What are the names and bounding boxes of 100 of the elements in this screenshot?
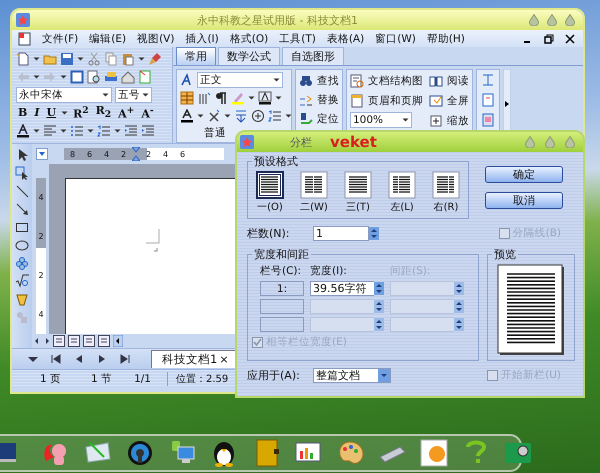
spin-button[interactable] — [374, 282, 384, 295]
toolbar-button[interactable]: 替换 — [299, 91, 339, 108]
format-button[interactable]: R$^{2}$ — [71, 104, 91, 120]
arrow-icon[interactable] — [15, 202, 29, 216]
caret-icon[interactable] — [77, 56, 84, 62]
web-view-icon[interactable] — [98, 335, 110, 347]
text-border-icon[interactable] — [258, 90, 272, 104]
pilcrow-icon[interactable] — [214, 90, 228, 104]
document-tab[interactable]: 科技文档1 × — [151, 350, 236, 368]
table-icon[interactable] — [180, 90, 194, 104]
flower-icon[interactable] — [15, 256, 29, 270]
speaker-icon[interactable] — [126, 439, 154, 467]
brush-icon[interactable] — [148, 52, 162, 66]
close-button[interactable] — [565, 14, 575, 26]
paste-icon[interactable] — [121, 52, 135, 66]
format-button[interactable]: R$_{2}$ — [94, 104, 114, 121]
enclosed-character-icon[interactable] — [251, 108, 265, 122]
minimize-button[interactable] — [529, 14, 539, 26]
dialog-button[interactable]: 取消 — [485, 192, 563, 209]
select-icon[interactable] — [15, 166, 29, 180]
toolbar-button[interactable]: 查找 — [299, 72, 339, 89]
save-icon[interactable] — [60, 52, 74, 66]
menu-item[interactable]: 窗口(W) — [375, 32, 416, 46]
caret-icon[interactable] — [60, 128, 67, 134]
split-icon[interactable] — [481, 73, 495, 87]
bucket-icon[interactable] — [15, 292, 29, 306]
page-view-icon[interactable] — [68, 335, 80, 347]
toolbar-button[interactable]: 缩放 — [429, 112, 469, 129]
normal-view-icon[interactable] — [53, 335, 65, 347]
indent-icon[interactable] — [124, 124, 138, 138]
dialog-button[interactable]: 确定 — [485, 166, 563, 183]
columns-preset-button[interactable] — [388, 171, 416, 199]
caret-icon[interactable] — [285, 112, 292, 118]
toolbar-button[interactable]: 阅读 — [429, 72, 469, 89]
apply-to-select[interactable]: 整篇文档 — [313, 368, 391, 382]
restore-icon[interactable] — [544, 34, 554, 44]
scroll-arrows-icon[interactable] — [34, 335, 50, 347]
columns-preset-button[interactable] — [344, 171, 372, 199]
outline-view-icon[interactable] — [83, 335, 95, 347]
format-button[interactable]: A$^{-}$ — [139, 104, 156, 120]
caret-icon[interactable] — [33, 128, 40, 134]
picture-page-icon[interactable] — [481, 113, 495, 127]
spin-button[interactable] — [369, 226, 379, 240]
caret-icon[interactable] — [33, 74, 40, 80]
first-page-icon[interactable] — [49, 352, 63, 366]
columns-preset-button[interactable] — [256, 171, 284, 199]
numbered-list-icon[interactable] — [97, 124, 111, 138]
column-count-field[interactable]: 1 — [313, 226, 369, 240]
menu-item[interactable]: 文件(F) — [42, 32, 78, 46]
menu-item[interactable]: 视图(V) — [137, 32, 174, 46]
maximize-button[interactable] — [547, 14, 557, 26]
columns-preset-button[interactable] — [300, 171, 328, 199]
phonetic-icon[interactable] — [234, 108, 248, 122]
close-tab-button[interactable]: × — [219, 353, 229, 366]
caret-icon[interactable] — [138, 56, 145, 62]
caret-icon[interactable] — [60, 74, 67, 80]
ribbon-tab[interactable]: 自选图形 — [282, 47, 344, 65]
menu-item[interactable]: 编辑(E) — [89, 32, 126, 46]
frame-icon[interactable] — [70, 70, 84, 84]
toolbar-button[interactable]: 页眉和页脚 — [350, 92, 423, 109]
format-button[interactable]: A$^{+}$ — [116, 104, 136, 120]
rectangle-icon[interactable] — [15, 220, 29, 234]
picture-icon[interactable] — [420, 439, 448, 467]
ellipse-icon[interactable] — [15, 238, 29, 252]
format-button[interactable]: I — [32, 106, 42, 119]
caret-icon[interactable] — [33, 56, 40, 62]
columns-preset-button[interactable] — [432, 171, 460, 199]
font-color-icon[interactable] — [16, 124, 30, 138]
menu-item[interactable]: 帮助(H) — [426, 32, 465, 46]
caret-icon[interactable] — [87, 128, 94, 134]
menu-item[interactable]: 格式(O) — [230, 32, 268, 46]
caret-icon[interactable] — [197, 112, 204, 118]
indent-marker-icon[interactable] — [132, 147, 140, 161]
print-preview-icon[interactable] — [87, 70, 101, 84]
caret-icon[interactable] — [114, 128, 121, 134]
tab-stop-button[interactable] — [36, 148, 48, 160]
page-icon[interactable] — [481, 93, 495, 107]
toolbar-button[interactable]: 全屏 — [429, 92, 469, 109]
ribbon-tab[interactable]: 数学公式 — [218, 47, 280, 65]
caret-icon[interactable] — [61, 110, 68, 116]
width-field[interactable]: 39.56字符 — [310, 281, 374, 296]
last-page-icon[interactable] — [118, 352, 132, 366]
format-button[interactable]: B — [16, 106, 30, 119]
columns-icon[interactable] — [197, 90, 211, 104]
format-button[interactable]: U — [44, 106, 58, 119]
toolbar-button[interactable]: 文档结构图 — [350, 72, 423, 89]
bullet-list-icon[interactable] — [70, 124, 84, 138]
caret-icon[interactable] — [248, 94, 255, 100]
close-icon[interactable] — [565, 34, 575, 44]
caret-icon[interactable] — [275, 94, 282, 100]
radical-icon[interactable] — [15, 274, 29, 288]
style-select[interactable]: 正文 — [197, 72, 283, 88]
menu-item[interactable]: 插入(I) — [185, 32, 219, 46]
house-icon[interactable] — [121, 70, 135, 84]
caret-icon[interactable] — [224, 112, 231, 118]
size-select[interactable]: 五号 — [115, 86, 152, 102]
scroll-left-icon[interactable] — [113, 335, 123, 347]
line-icon[interactable] — [15, 184, 29, 198]
numbered-list-icon[interactable] — [268, 108, 282, 122]
palette-icon[interactable] — [336, 439, 364, 467]
